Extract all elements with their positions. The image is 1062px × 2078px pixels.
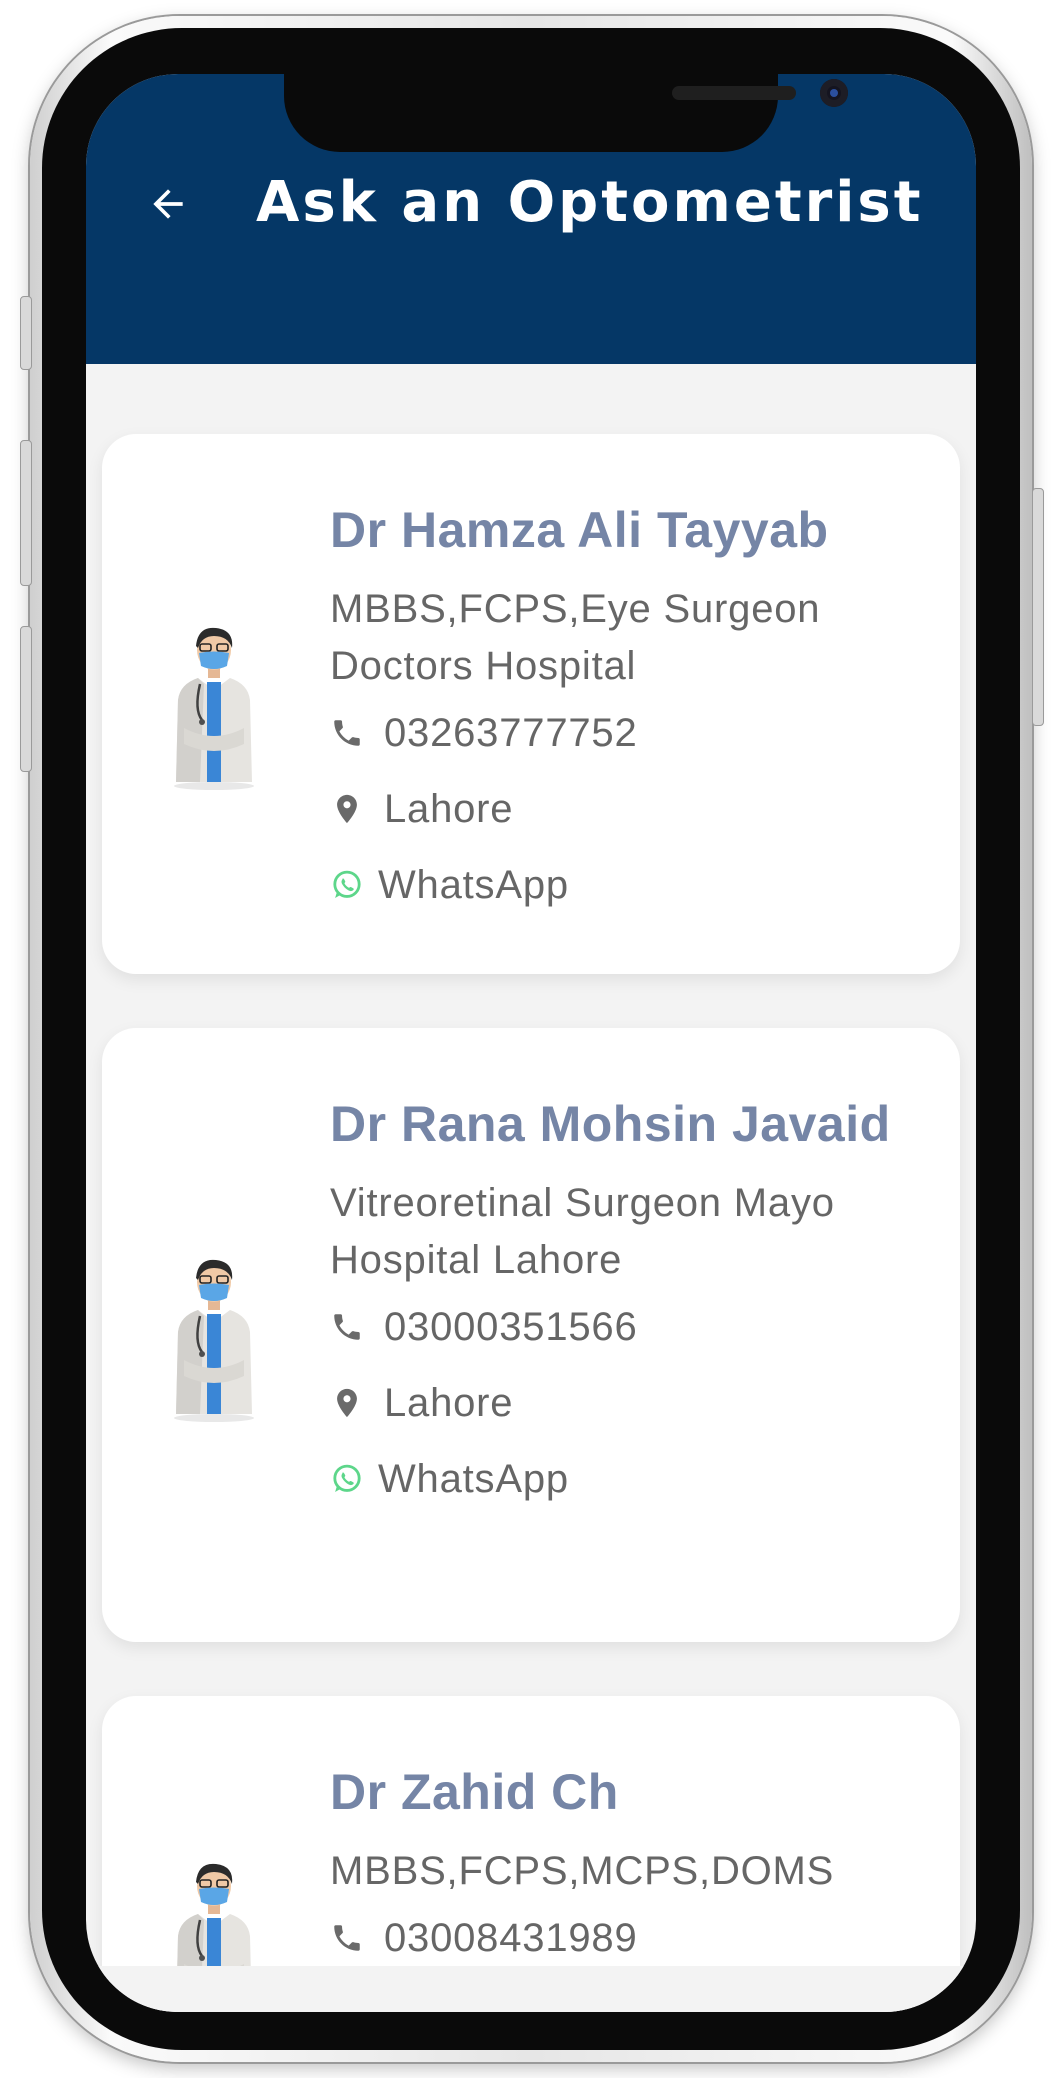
doctor-info: Dr Rana Mohsin Javaid Vitreoretinal Surg… [330, 1088, 930, 1517]
arrow-left-icon [153, 189, 183, 219]
whatsapp-label: WhatsApp [378, 1456, 569, 1501]
speaker-grille [672, 86, 796, 100]
phone-number: 03000351566 [384, 1304, 638, 1349]
location-row: Lahore [330, 1365, 930, 1441]
doctor-card[interactable]: Dr Hamza Ali Tayyab MBBS,FCPS,Eye Surgeo… [102, 434, 960, 974]
location-pin-icon [330, 791, 366, 827]
phone-row[interactable]: 03263777752 [330, 695, 930, 771]
power-button [1032, 488, 1044, 726]
phone-number: 03263777752 [384, 710, 638, 755]
doctor-avatar-icon [174, 627, 254, 790]
screen-bottom-edge [86, 1966, 976, 2012]
phone-icon [330, 1920, 366, 1956]
doctor-info: Dr Hamza Ali Tayyab MBBS,FCPS,Eye Surgeo… [330, 494, 930, 923]
phone-number: 03008431989 [384, 1915, 638, 1960]
doctor-avatar-icon [174, 1259, 254, 1422]
whatsapp-link[interactable]: WhatsApp [330, 1441, 930, 1517]
doctor-info: Dr Zahid Ch MBBS,FCPS,MCPS,DOMS 03008431… [330, 1756, 930, 1976]
city: Lahore [384, 786, 514, 831]
city: Lahore [384, 1380, 514, 1425]
whatsapp-link[interactable]: WhatsApp [330, 847, 930, 923]
doctor-name: Dr Rana Mohsin Javaid [330, 1096, 891, 1152]
volume-down-button [20, 626, 32, 772]
location-pin-icon [330, 1385, 366, 1421]
doctor-qualification: MBBS,FCPS,Eye Surgeon Doctors Hospital [330, 587, 821, 688]
doctor-card[interactable]: Dr Rana Mohsin Javaid Vitreoretinal Surg… [102, 1028, 960, 1642]
whatsapp-icon [330, 1461, 366, 1497]
doctor-qualification: MBBS,FCPS,MCPS,DOMS [330, 1849, 835, 1893]
doctor-name: Dr Hamza Ali Tayyab [330, 502, 829, 558]
page-title: Ask an Optometrist [256, 170, 924, 235]
phone-icon [330, 1309, 366, 1345]
mute-switch [20, 296, 32, 370]
whatsapp-icon [330, 867, 366, 903]
doctor-card[interactable]: Dr Zahid Ch MBBS,FCPS,MCPS,DOMS 03008431… [102, 1696, 960, 2012]
location-row: Lahore [330, 771, 930, 847]
volume-up-button [20, 440, 32, 586]
doctor-qualification: Vitreoretinal Surgeon Mayo Hospital Laho… [330, 1181, 835, 1282]
app-screen: Ask an Optometrist Dr Hamza Ali Tayyab M… [86, 74, 976, 2012]
phone-row[interactable]: 03008431989 [330, 1900, 930, 1976]
front-camera [820, 79, 848, 107]
back-button[interactable] [138, 174, 198, 234]
whatsapp-label: WhatsApp [378, 862, 569, 907]
phone-notch [284, 74, 848, 152]
doctor-name: Dr Zahid Ch [330, 1764, 619, 1820]
phone-icon [330, 715, 366, 751]
phone-row[interactable]: 03000351566 [330, 1289, 930, 1365]
